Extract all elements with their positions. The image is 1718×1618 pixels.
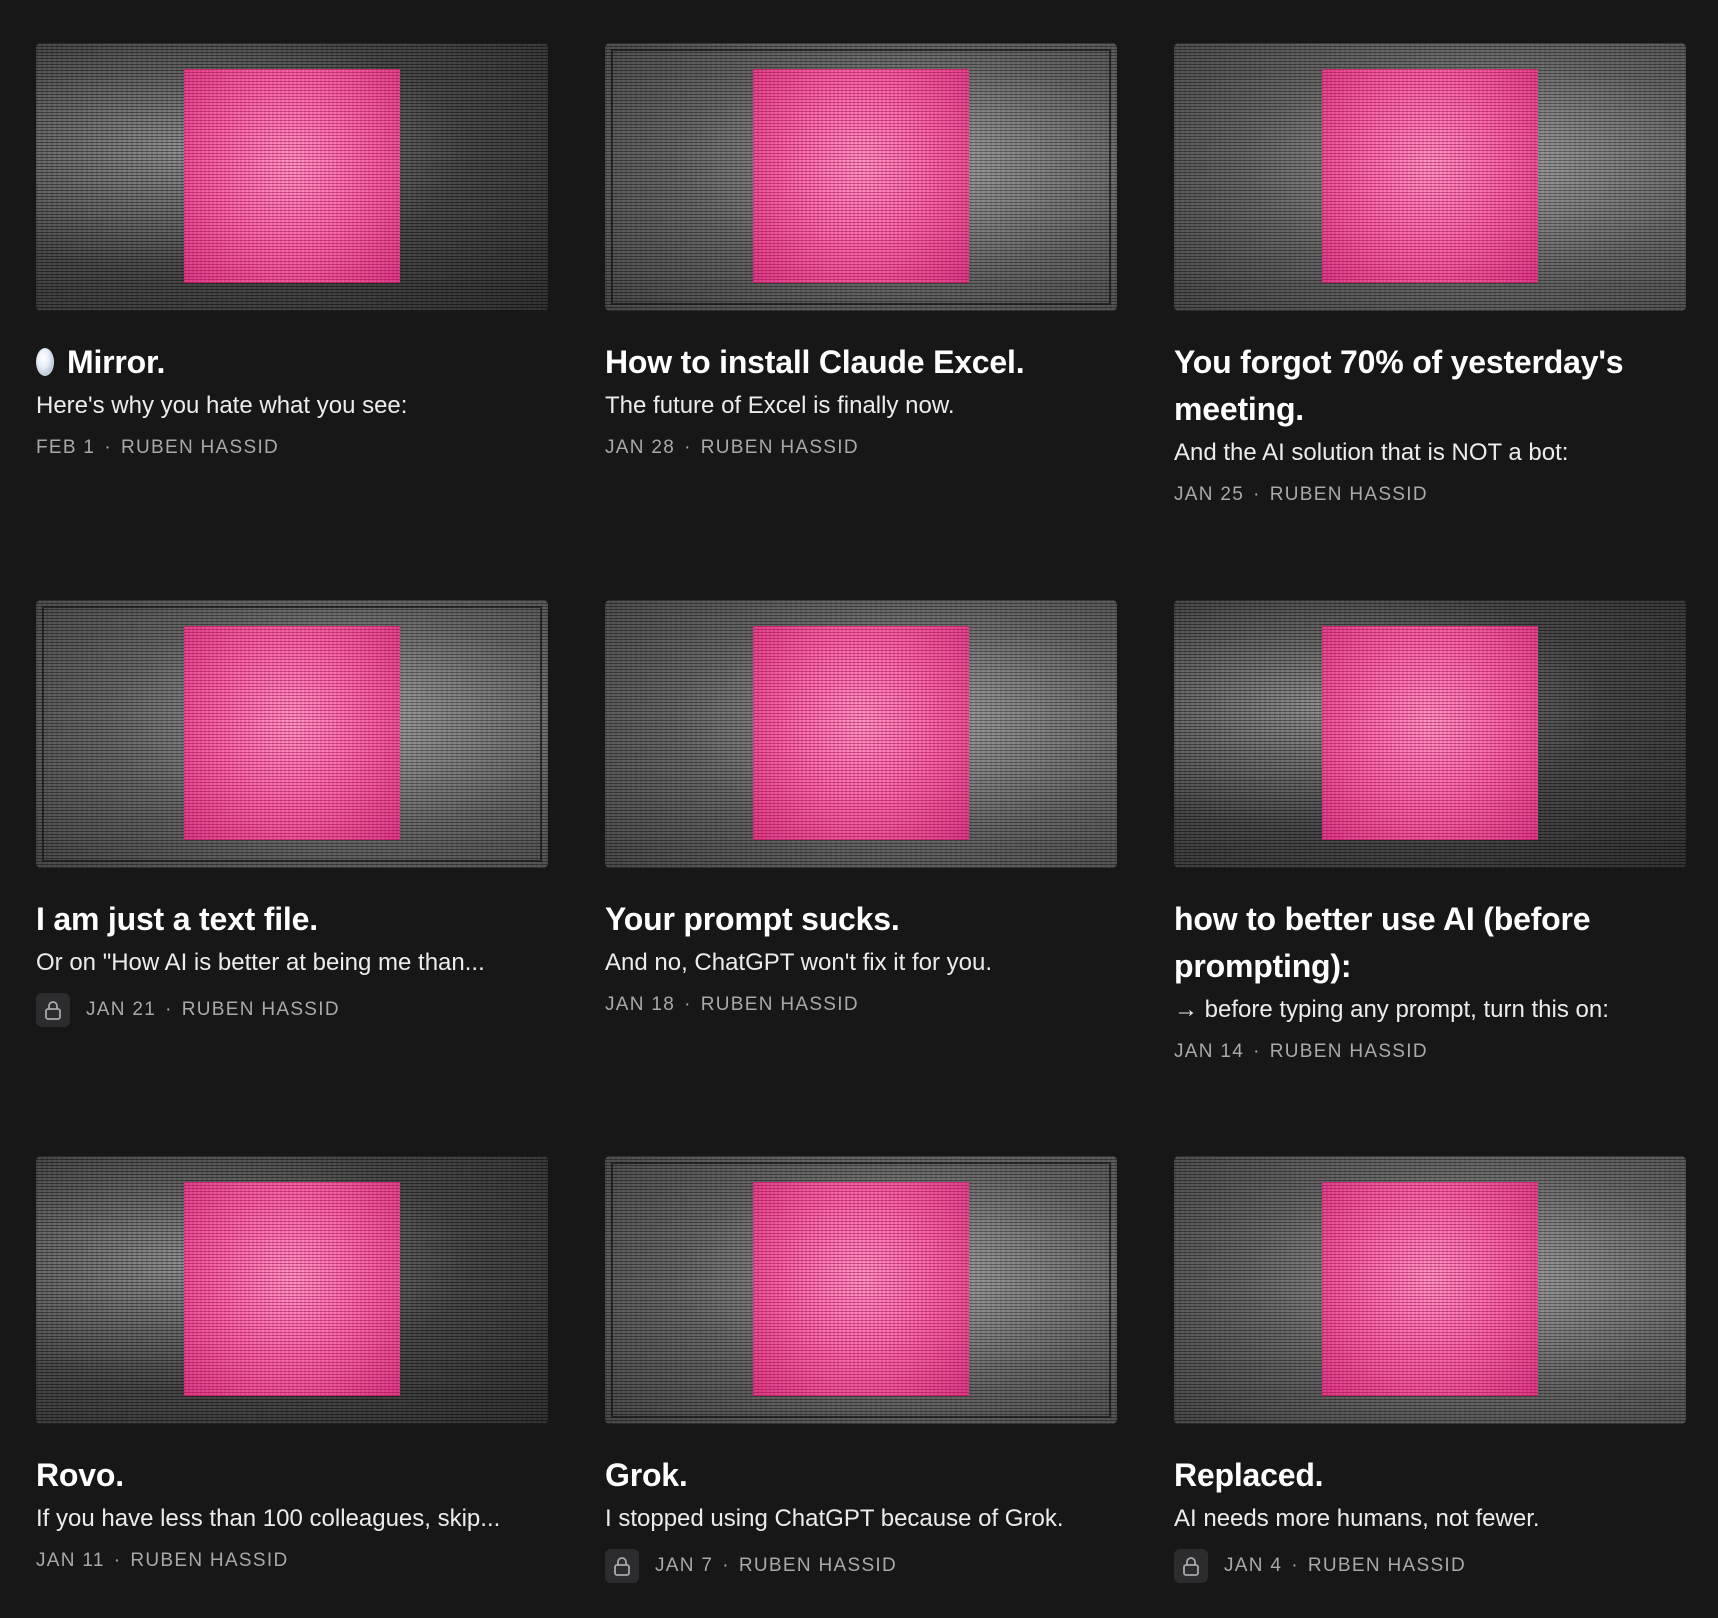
- mirror-gem-icon: [36, 347, 54, 376]
- meta-separator: ·: [165, 999, 173, 1020]
- pink-overlay: [184, 626, 400, 840]
- post-author[interactable]: RUBEN HASSID: [182, 998, 340, 1022]
- meta-separator: ·: [684, 994, 692, 1015]
- post-title[interactable]: You forgot 70% of yesterday's meeting.: [1174, 339, 1686, 433]
- post-subtitle: I stopped using ChatGPT because of Grok.: [605, 1505, 1064, 1532]
- post-date: JAN 7: [655, 1555, 714, 1576]
- pink-overlay: [753, 69, 969, 283]
- pink-overlay: [1322, 69, 1538, 283]
- meta-separator: ·: [1253, 1041, 1261, 1062]
- lock-icon: [605, 1549, 639, 1583]
- post-card-mirror[interactable]: Mirror. Here's why you hate what you see…: [36, 43, 548, 460]
- post-card-grok[interactable]: Grok. I stopped using ChatGPT because of…: [605, 1156, 1117, 1583]
- post-subtitle: And the AI solution that is NOT a bot:: [1174, 439, 1569, 466]
- post-thumbnail[interactable]: [605, 43, 1117, 311]
- pink-overlay: [753, 626, 969, 840]
- post-thumbnail[interactable]: [36, 43, 548, 311]
- post-title[interactable]: Rovo.: [36, 1452, 548, 1499]
- post-title[interactable]: I am just a text file.: [36, 896, 548, 943]
- post-meta: JAN 28 · RUBEN HASSID: [605, 436, 1117, 460]
- post-author[interactable]: RUBEN HASSID: [701, 436, 859, 460]
- post-subtitle: If you have less than 100 colleagues, sk…: [36, 1505, 501, 1532]
- post-card-prompt-sucks[interactable]: Your prompt sucks. And no, ChatGPT won't…: [605, 600, 1117, 1017]
- post-meta: FEB 1 · RUBEN HASSID: [36, 436, 548, 460]
- pink-overlay: [184, 1182, 400, 1396]
- meta-separator: ·: [722, 1555, 730, 1576]
- post-author[interactable]: RUBEN HASSID: [701, 993, 859, 1017]
- post-date: JAN 18: [605, 994, 676, 1015]
- post-author[interactable]: RUBEN HASSID: [1308, 1554, 1466, 1578]
- post-card-text-file[interactable]: I am just a text file. Or on "How AI is …: [36, 600, 548, 1027]
- meta-separator: ·: [1253, 484, 1261, 505]
- post-title[interactable]: How to install Claude Excel.: [605, 339, 1117, 386]
- post-subtitle: AI needs more humans, not fewer.: [1174, 1505, 1540, 1532]
- post-grid: Mirror. Here's why you hate what you see…: [0, 0, 1718, 1618]
- pink-overlay: [1322, 1182, 1538, 1396]
- post-thumbnail[interactable]: [36, 600, 548, 868]
- post-thumbnail[interactable]: [36, 1156, 548, 1424]
- post-date: JAN 11: [36, 1550, 105, 1571]
- post-title[interactable]: Grok.: [605, 1452, 1117, 1499]
- post-title[interactable]: Mirror.: [36, 339, 548, 386]
- post-date: JAN 14: [1174, 1041, 1245, 1062]
- pink-overlay: [753, 1182, 969, 1396]
- lock-icon: [36, 993, 70, 1027]
- post-meta: JAN 21 · RUBEN HASSID: [36, 993, 548, 1027]
- post-author[interactable]: RUBEN HASSID: [1270, 483, 1428, 507]
- post-meta: JAN 25 · RUBEN HASSID: [1174, 483, 1686, 507]
- post-date: JAN 28: [605, 437, 676, 458]
- post-title[interactable]: Replaced.: [1174, 1452, 1686, 1499]
- post-card-better-use-ai[interactable]: how to better use AI (before prompting):…: [1174, 600, 1686, 1064]
- post-author[interactable]: RUBEN HASSID: [739, 1554, 897, 1578]
- post-subtitle: The future of Excel is finally now.: [605, 392, 955, 419]
- post-author[interactable]: RUBEN HASSID: [1270, 1040, 1428, 1064]
- post-card-claude-excel[interactable]: How to install Claude Excel. The future …: [605, 43, 1117, 460]
- post-date: JAN 25: [1174, 484, 1245, 505]
- pink-overlay: [184, 69, 400, 283]
- post-subtitle: And no, ChatGPT won't fix it for you.: [605, 949, 992, 976]
- post-thumbnail[interactable]: [1174, 600, 1686, 868]
- post-date: FEB 1: [36, 437, 96, 458]
- post-meta: JAN 14 · RUBEN HASSID: [1174, 1040, 1686, 1064]
- post-card-rovo[interactable]: Rovo. If you have less than 100 colleagu…: [36, 1156, 548, 1573]
- post-date: JAN 4: [1224, 1555, 1283, 1576]
- post-thumbnail[interactable]: [605, 600, 1117, 868]
- post-card-meeting[interactable]: You forgot 70% of yesterday's meeting. A…: [1174, 43, 1686, 507]
- meta-separator: ·: [113, 1550, 122, 1571]
- meta-separator: ·: [1291, 1555, 1299, 1576]
- lock-icon: [1174, 1549, 1208, 1583]
- post-meta: JAN 11 · RUBEN HASSID: [36, 1549, 548, 1573]
- post-meta: JAN 18 · RUBEN HASSID: [605, 993, 1117, 1017]
- post-subtitle: Or on "How AI is better at being me than…: [36, 949, 485, 976]
- meta-separator: ·: [104, 437, 112, 458]
- post-author[interactable]: RUBEN HASSID: [121, 436, 279, 460]
- post-meta: JAN 4 · RUBEN HASSID: [1174, 1549, 1686, 1583]
- meta-separator: ·: [684, 437, 692, 458]
- post-subtitle: Here's why you hate what you see:: [36, 392, 408, 419]
- post-meta: JAN 7 · RUBEN HASSID: [605, 1549, 1117, 1583]
- post-title[interactable]: Your prompt sucks.: [605, 896, 1117, 943]
- post-author[interactable]: RUBEN HASSID: [130, 1549, 288, 1573]
- post-date: JAN 21: [86, 999, 157, 1020]
- pink-overlay: [1322, 626, 1538, 840]
- post-thumbnail[interactable]: [1174, 43, 1686, 311]
- post-title[interactable]: how to better use AI (before prompting):: [1174, 896, 1686, 990]
- post-thumbnail[interactable]: [605, 1156, 1117, 1424]
- post-thumbnail[interactable]: [1174, 1156, 1686, 1424]
- post-subtitle: → before typing any prompt, turn this on…: [1174, 996, 1609, 1023]
- post-card-replaced[interactable]: Replaced. AI needs more humans, not fewe…: [1174, 1156, 1686, 1583]
